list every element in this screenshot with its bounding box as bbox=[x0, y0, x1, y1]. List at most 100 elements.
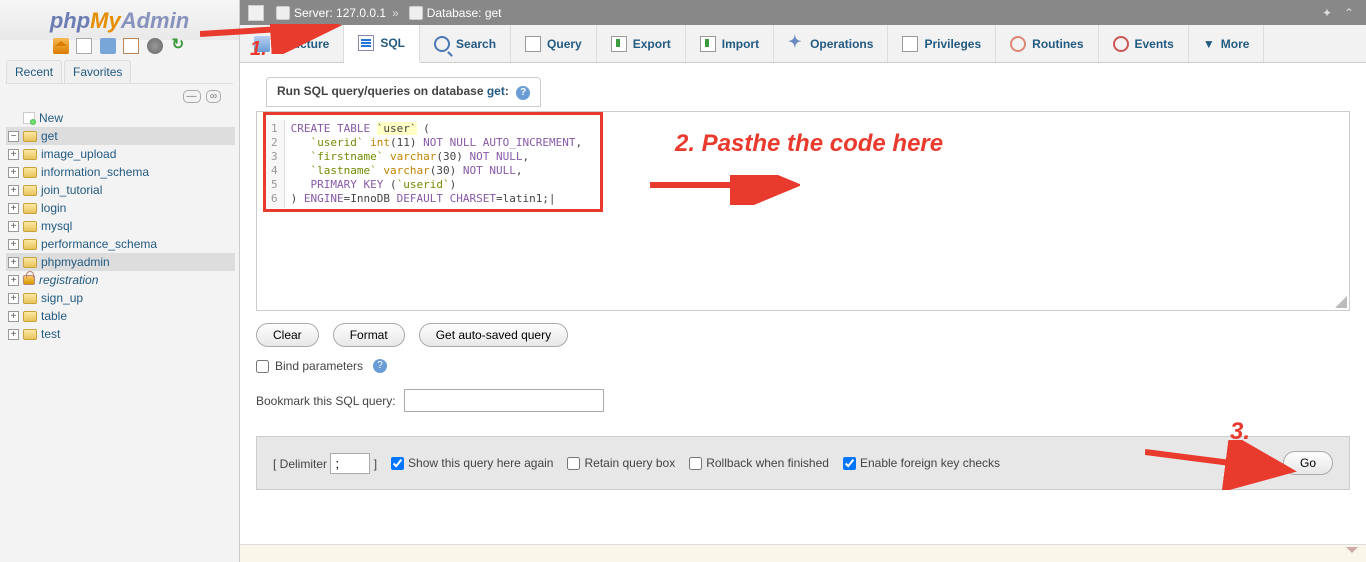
server-icon bbox=[276, 6, 290, 20]
expand-icon[interactable] bbox=[8, 239, 19, 250]
tree-item-login[interactable]: login bbox=[6, 199, 235, 217]
tree-item-get[interactable]: get bbox=[6, 127, 235, 145]
bind-help-icon[interactable]: ? bbox=[373, 359, 387, 373]
retain-option[interactable]: Retain query box bbox=[567, 456, 675, 470]
expand-icon[interactable] bbox=[8, 185, 19, 196]
tab-operations[interactable]: ✦Operations bbox=[774, 25, 888, 62]
query-header-suffix: : bbox=[505, 84, 509, 98]
database-label: Database: bbox=[427, 6, 482, 20]
tree-item-table[interactable]: table bbox=[6, 307, 235, 325]
server-label: Server: bbox=[294, 6, 333, 20]
go-button[interactable]: Go bbox=[1283, 451, 1333, 475]
expand-icon[interactable] bbox=[8, 167, 19, 178]
database-icon bbox=[409, 6, 423, 20]
autosaved-button[interactable]: Get auto-saved query bbox=[419, 323, 568, 347]
collapse-all-icon[interactable]: — bbox=[183, 90, 201, 103]
bind-params-checkbox[interactable] bbox=[256, 360, 269, 373]
collapse-top-icon[interactable]: ⌃ bbox=[1344, 6, 1358, 20]
retain-checkbox[interactable] bbox=[567, 457, 580, 470]
console-toggle-icon[interactable] bbox=[1346, 547, 1358, 559]
expand-icon[interactable] bbox=[8, 257, 19, 268]
tree-item-join_tutorial[interactable]: join_tutorial bbox=[6, 181, 235, 199]
sql-editor[interactable]: 123456 CREATE TABLE `user` ( `userid` in… bbox=[256, 111, 1350, 311]
expand-icon[interactable] bbox=[8, 221, 19, 232]
reload-icon[interactable]: ↻ bbox=[170, 38, 186, 54]
query-header-db[interactable]: get bbox=[487, 84, 505, 98]
tree-item-image_upload[interactable]: image_upload bbox=[6, 145, 235, 163]
format-button[interactable]: Format bbox=[333, 323, 405, 347]
tab-sql[interactable]: SQL bbox=[344, 25, 420, 63]
tree-item-phpmyadmin[interactable]: phpmyadmin bbox=[6, 253, 235, 271]
resize-handle-icon[interactable] bbox=[1335, 296, 1347, 308]
expand-icon[interactable] bbox=[8, 275, 19, 286]
tab-import[interactable]: Import bbox=[686, 25, 774, 62]
operations-icon: ✦ bbox=[788, 36, 804, 52]
link-icon[interactable]: ∞ bbox=[206, 90, 221, 103]
database-value[interactable]: get bbox=[485, 6, 502, 20]
tab-structure[interactable]: Structure bbox=[240, 25, 344, 62]
retain-label: Retain query box bbox=[584, 456, 675, 470]
bookmark-input[interactable] bbox=[404, 389, 604, 412]
fk-checkbox[interactable] bbox=[843, 457, 856, 470]
tree-item-registration[interactable]: registration bbox=[6, 271, 235, 289]
footer-bar: [ Delimiter ] Show this query here again… bbox=[256, 436, 1350, 490]
rollback-checkbox[interactable] bbox=[689, 457, 702, 470]
tabs: StructureSQLSearch Query ExportImport✦Oper… bbox=[240, 25, 1366, 63]
new-icon bbox=[23, 112, 35, 124]
tree-new[interactable]: New bbox=[6, 109, 235, 127]
tab-routines[interactable]: Routines bbox=[996, 25, 1098, 62]
bookmark-row: Bookmark this SQL query: bbox=[256, 389, 1350, 412]
clear-button[interactable]: Clear bbox=[256, 323, 319, 347]
navsql-icon[interactable] bbox=[123, 38, 139, 54]
delimiter-input[interactable] bbox=[330, 453, 370, 474]
logout-icon[interactable] bbox=[76, 38, 92, 54]
events-icon bbox=[1113, 36, 1129, 52]
main: Server: 127.0.0.1 » Database: get ✦ ⌃ St… bbox=[240, 0, 1366, 562]
tab-search[interactable]: Search bbox=[420, 25, 511, 62]
page-settings-icon[interactable]: ✦ bbox=[1322, 6, 1336, 20]
rollback-option[interactable]: Rollback when finished bbox=[689, 456, 829, 470]
expand-icon[interactable] bbox=[8, 311, 19, 322]
tab-more[interactable]: ▼More bbox=[1189, 25, 1265, 62]
tab-export[interactable]: Export bbox=[597, 25, 686, 62]
help-icon[interactable]: ? bbox=[516, 86, 530, 100]
expand-icon[interactable] bbox=[8, 203, 19, 214]
show-again-checkbox[interactable] bbox=[391, 457, 404, 470]
tree-item-label: image_upload bbox=[41, 147, 116, 161]
tab-label: Query bbox=[547, 37, 582, 51]
tree-item-test[interactable]: test bbox=[6, 325, 235, 343]
expand-icon[interactable] bbox=[8, 131, 19, 142]
bind-params-label: Bind parameters bbox=[275, 359, 363, 373]
tree-item-mysql[interactable]: mysql bbox=[6, 217, 235, 235]
recent-tab[interactable]: Recent bbox=[6, 60, 62, 83]
tab-label: Routines bbox=[1032, 37, 1083, 51]
code-area[interactable]: CREATE TABLE `user` ( `userid` int(11) N… bbox=[285, 120, 588, 208]
tab-query[interactable]: Query bbox=[511, 25, 597, 62]
structure-icon bbox=[254, 36, 270, 52]
tab-privileges[interactable]: Privileges bbox=[888, 25, 996, 62]
expand-icon[interactable] bbox=[8, 149, 19, 160]
docs-icon[interactable] bbox=[100, 38, 116, 54]
fk-option[interactable]: Enable foreign key checks bbox=[843, 456, 1000, 470]
privileges-icon bbox=[902, 36, 918, 52]
expand-icon[interactable] bbox=[8, 293, 19, 304]
tab-events[interactable]: Events bbox=[1099, 25, 1189, 62]
show-again-option[interactable]: Show this query here again bbox=[391, 456, 553, 470]
expand-icon[interactable] bbox=[8, 329, 19, 340]
tree-new-label: New bbox=[39, 111, 63, 125]
lock-icon bbox=[23, 275, 35, 285]
console-bar[interactable] bbox=[240, 544, 1366, 562]
home-icon[interactable] bbox=[53, 38, 69, 54]
tree-item-information_schema[interactable]: information_schema bbox=[6, 163, 235, 181]
logo[interactable]: phpMyAdmin bbox=[0, 0, 239, 36]
panel-toggle-icon[interactable] bbox=[248, 5, 264, 21]
sql-icon bbox=[358, 35, 374, 51]
nav-icons: ↻ bbox=[0, 36, 239, 60]
server-value[interactable]: 127.0.0.1 bbox=[336, 6, 386, 20]
settings-icon[interactable] bbox=[147, 38, 163, 54]
tree-item-performance_schema[interactable]: performance_schema bbox=[6, 235, 235, 253]
logo-admin: Admin bbox=[121, 8, 189, 33]
favorites-tab[interactable]: Favorites bbox=[64, 60, 131, 83]
database-icon bbox=[23, 149, 37, 160]
tree-item-sign_up[interactable]: sign_up bbox=[6, 289, 235, 307]
